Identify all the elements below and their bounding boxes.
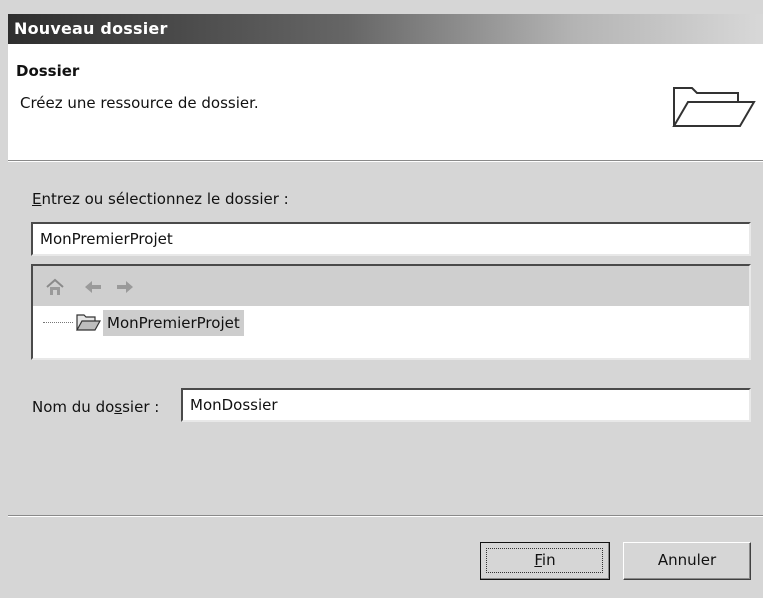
- back-arrow-icon[interactable]: [83, 278, 103, 296]
- finish-button[interactable]: Fin: [480, 542, 610, 580]
- folder-tree[interactable]: MonPremierProjet: [31, 264, 751, 360]
- folder-name-value: MonDossier: [190, 396, 278, 414]
- banner-separator: [8, 160, 763, 162]
- folder-selection-label: Entrez ou sélectionnez le dossier :: [32, 190, 289, 208]
- forward-arrow-icon[interactable]: [115, 278, 135, 296]
- tree-connector: [43, 322, 73, 323]
- folder-path-input[interactable]: MonPremierProjet: [31, 222, 751, 256]
- button-separator: [8, 515, 763, 517]
- wizard-banner: Dossier Créez une ressource de dossier.: [8, 44, 763, 160]
- folder-path-value: MonPremierProjet: [40, 230, 173, 248]
- folder-name-input[interactable]: MonDossier: [181, 388, 751, 422]
- window-title-bar: Nouveau dossier: [8, 14, 763, 44]
- home-icon[interactable]: [45, 278, 65, 296]
- folder-name-label: Nom du dossier :: [32, 398, 160, 416]
- cancel-button[interactable]: Annuler: [623, 542, 751, 580]
- open-folder-icon: [75, 314, 101, 331]
- banner-description: Créez une ressource de dossier.: [20, 94, 259, 112]
- tree-toolbar: [33, 266, 749, 306]
- banner-title: Dossier: [16, 62, 80, 80]
- open-folder-icon: [672, 87, 756, 127]
- tree-item-label: MonPremierProjet: [103, 310, 244, 336]
- focus-indicator: [486, 548, 603, 573]
- window-title: Nouveau dossier: [14, 19, 168, 38]
